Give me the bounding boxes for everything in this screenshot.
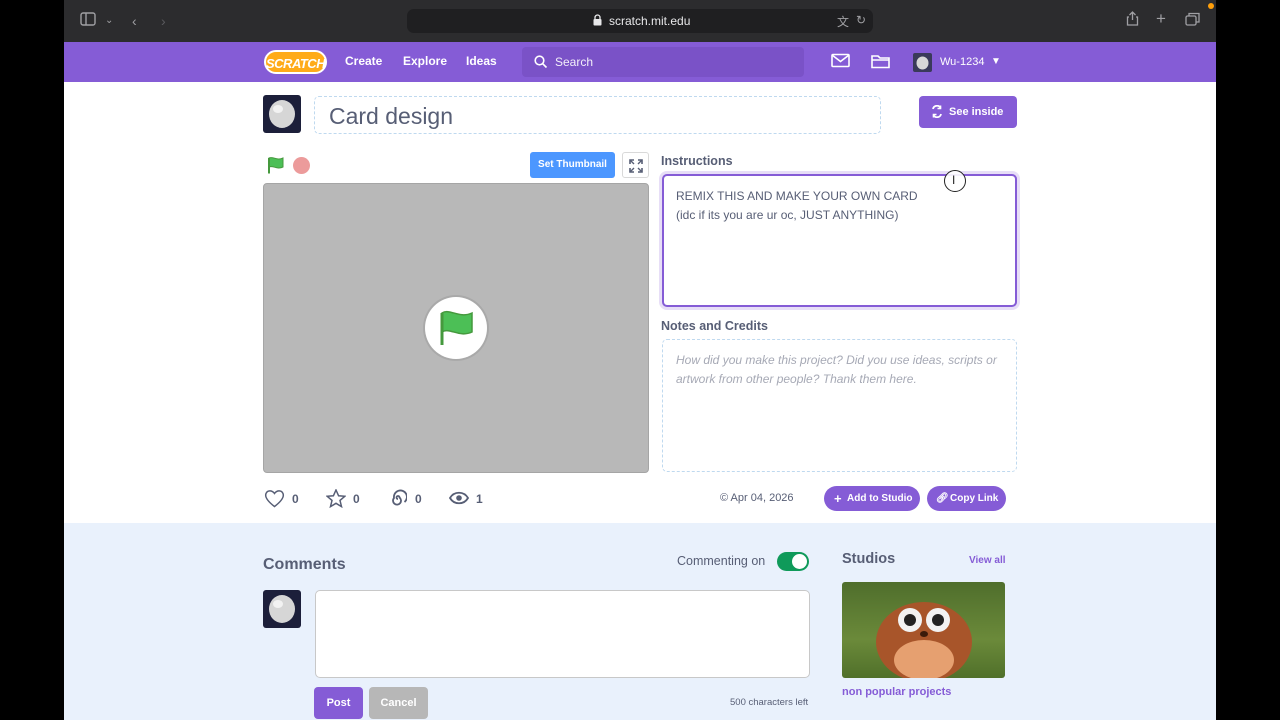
instructions-heading: Instructions — [661, 154, 733, 168]
search-placeholder: Search — [555, 55, 594, 69]
view-count: 1 — [476, 492, 483, 506]
commenter-avatar — [263, 590, 301, 628]
instructions-line: REMIX THIS AND MAKE YOUR OWN CARD — [676, 189, 918, 203]
love-count: 0 — [292, 492, 299, 506]
notification-dot — [1208, 3, 1214, 9]
back-icon[interactable]: ‹ — [132, 11, 137, 31]
chevron-down-icon[interactable]: ▼ — [991, 56, 1001, 67]
project-stage[interactable] — [263, 183, 649, 473]
new-tab-icon[interactable]: + — [1156, 9, 1166, 29]
post-button[interactable]: Post — [314, 687, 363, 719]
browser-frame: ⌄ ‹ › scratch.mit.edu 文 ↻ + SCRATCH Crea… — [64, 0, 1216, 720]
top-nav: SCRATCH Create Explore Ideas Search Wu-1… — [64, 42, 1216, 82]
browser-toolbar: ⌄ ‹ › scratch.mit.edu 文 ↻ + — [64, 0, 1216, 42]
address-bar[interactable]: scratch.mit.edu 文 ↻ — [407, 9, 873, 33]
share-icon[interactable] — [1126, 11, 1139, 31]
nav-explore[interactable]: Explore — [403, 54, 447, 68]
studio-name[interactable]: non popular projects — [842, 686, 951, 698]
copy-link-label: Copy Link — [950, 493, 999, 504]
green-flag-icon — [440, 310, 473, 345]
share-date: © Apr 04, 2026 — [720, 492, 794, 504]
chevron-down-icon[interactable]: ⌄ — [105, 11, 113, 31]
green-flag-icon[interactable] — [267, 157, 286, 174]
plus-icon: + — [834, 491, 842, 506]
comments-heading: Comments — [263, 556, 346, 573]
heart-icon[interactable] — [264, 489, 285, 508]
remix-icon — [932, 105, 942, 118]
view-all-link[interactable]: View all — [969, 555, 1006, 566]
start-project-button[interactable] — [425, 297, 487, 359]
remix-swirl-icon — [392, 489, 407, 506]
star-icon[interactable] — [326, 489, 346, 508]
sidebar-toggle-icon[interactable] — [80, 11, 96, 31]
link-icon: 🔗︎ — [936, 493, 949, 504]
set-thumbnail-button[interactable]: Set Thumbnail — [530, 152, 615, 178]
instructions-textarea[interactable]: REMIX THIS AND MAKE YOUR OWN CARD (idc i… — [662, 174, 1017, 307]
fullscreen-button[interactable] — [622, 152, 649, 178]
search-input[interactable]: Search — [522, 47, 804, 77]
url-text: scratch.mit.edu — [609, 14, 691, 28]
notes-heading: Notes and Credits — [661, 319, 768, 333]
tabs-overview-icon[interactable] — [1185, 11, 1200, 31]
cancel-button[interactable]: Cancel — [369, 687, 428, 719]
lock-icon — [593, 14, 602, 26]
nav-create[interactable]: Create — [345, 54, 382, 68]
add-to-studio-label: Add to Studio — [847, 493, 913, 504]
add-to-studio-button[interactable]: + Add to Studio — [824, 486, 920, 511]
commenting-label: Commenting on — [677, 554, 766, 568]
text-cursor-icon: I — [944, 170, 966, 192]
eye-icon — [449, 491, 469, 505]
translate-icon[interactable]: 文 — [837, 13, 849, 30]
stop-icon[interactable] — [293, 157, 310, 174]
copy-link-button[interactable]: 🔗︎ Copy Link — [927, 486, 1006, 511]
username[interactable]: Wu-1234 — [940, 56, 984, 68]
fullscreen-icon — [629, 159, 643, 173]
forward-icon[interactable]: › — [161, 11, 166, 31]
instructions-line: (idc if its you are ur oc, JUST ANYTHING… — [676, 208, 899, 222]
see-inside-label: See inside — [949, 106, 1004, 118]
commenting-toggle[interactable] — [777, 552, 809, 571]
nav-ideas[interactable]: Ideas — [466, 54, 497, 68]
project-title: Card design — [329, 103, 454, 129]
characters-left: 500 characters left — [730, 697, 809, 708]
remix-count: 0 — [415, 492, 422, 506]
notes-placeholder: How did you make this project? Did you u… — [676, 353, 997, 386]
messages-icon[interactable] — [831, 53, 850, 68]
scratch-logo[interactable]: SCRATCH — [264, 50, 327, 74]
project-author-avatar[interactable] — [263, 95, 301, 133]
favorite-count: 0 — [353, 492, 360, 506]
my-stuff-icon[interactable] — [871, 53, 890, 69]
user-avatar[interactable] — [913, 53, 932, 72]
see-inside-button[interactable]: See inside — [919, 96, 1017, 128]
studios-heading: Studios — [842, 551, 896, 567]
notes-textarea[interactable]: How did you make this project? Did you u… — [662, 339, 1017, 472]
studio-thumbnail[interactable] — [842, 582, 1005, 678]
comment-input[interactable] — [315, 590, 810, 678]
reload-icon[interactable]: ↻ — [856, 13, 866, 27]
search-icon — [534, 55, 548, 69]
project-title-input[interactable]: Card design — [314, 96, 881, 134]
